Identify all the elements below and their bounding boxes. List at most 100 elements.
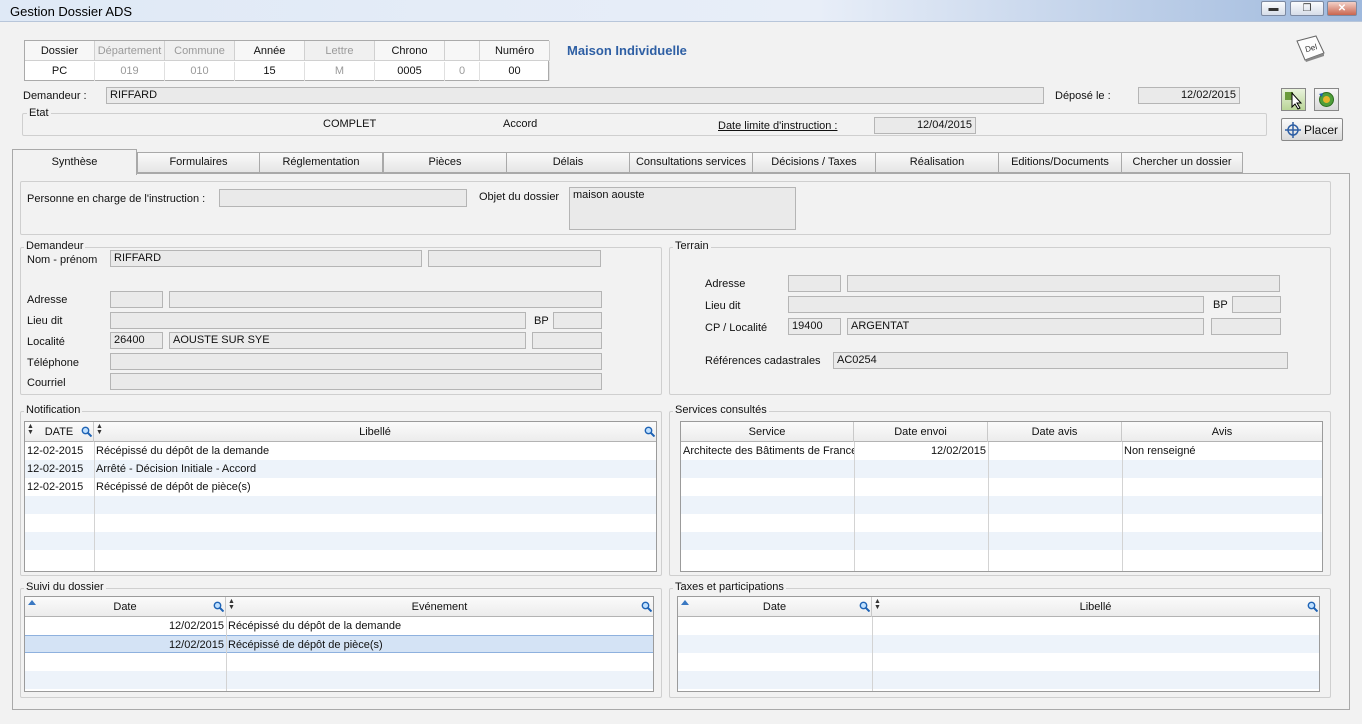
etat-legend: Etat <box>27 107 51 119</box>
dossier-col-value[interactable]: 15 <box>235 62 305 81</box>
terrain-lieu-dit-field[interactable] <box>788 296 1204 313</box>
table-row[interactable]: 12-02-2015 Récépissé de dépôt de pièce(s) <box>25 478 656 496</box>
table-row[interactable] <box>681 514 1322 532</box>
column-header-evenement[interactable]: Evénement <box>226 597 653 617</box>
table-row[interactable] <box>681 532 1322 550</box>
date-limite-field[interactable]: 12/04/2015 <box>874 117 976 134</box>
column-header-date_envoi[interactable]: Date envoi <box>854 422 988 442</box>
demandeur-localite-extra-field[interactable] <box>532 332 602 349</box>
column-search-icon[interactable] <box>213 601 224 612</box>
dossier-col-value[interactable]: 0 <box>445 62 480 81</box>
sort-icon[interactable]: ▲ ▼ <box>27 423 34 436</box>
tab-decisions-taxes[interactable]: Décisions / Taxes <box>752 152 876 173</box>
dossier-col-value[interactable]: 010 <box>165 62 235 81</box>
column-header-date[interactable]: Date <box>678 597 872 617</box>
table-row[interactable] <box>678 653 1319 671</box>
notification-legend: Notification <box>24 404 83 416</box>
table-row[interactable] <box>25 653 653 671</box>
sort-icon[interactable]: ▲ ▼ <box>228 598 235 611</box>
sort-icon[interactable]: ▲ ▼ <box>874 598 881 611</box>
globe-refresh-icon[interactable] <box>1314 88 1339 111</box>
column-header-date_avis[interactable]: Date avis <box>988 422 1122 442</box>
column-header-avis[interactable]: Avis <box>1122 422 1322 442</box>
table-row[interactable] <box>681 496 1322 514</box>
column-header-libelle[interactable]: Libellé <box>872 597 1319 617</box>
table-row[interactable] <box>25 671 653 689</box>
telephone-field[interactable] <box>110 353 602 370</box>
table-row[interactable] <box>678 635 1319 653</box>
references-cadastrales-field[interactable]: AC0254 <box>833 352 1288 369</box>
minimize-button[interactable]: ▬ <box>1261 1 1286 16</box>
table-row[interactable]: 12-02-2015 Récépissé du dépôt de la deman… <box>25 442 656 460</box>
terrain-ville-field[interactable]: ARGENTAT <box>847 318 1204 335</box>
prenom-field[interactable] <box>428 250 601 267</box>
table-row[interactable] <box>25 532 656 550</box>
tab-reglementation[interactable]: Réglementation <box>259 152 383 173</box>
column-search-icon[interactable] <box>644 426 655 437</box>
personne-field[interactable] <box>219 189 467 207</box>
localite-label: Localité <box>27 336 65 348</box>
demandeur-ville-field[interactable]: AOUSTE SUR SYE <box>169 332 526 349</box>
close-button[interactable]: ✕ <box>1327 1 1357 16</box>
column-search-icon[interactable] <box>1307 601 1318 612</box>
courriel-field[interactable] <box>110 373 602 390</box>
table-row[interactable] <box>25 514 656 532</box>
nom-field[interactable]: RIFFARD <box>110 250 422 267</box>
tab-realisation[interactable]: Réalisation <box>875 152 999 173</box>
pointer-tool-icon[interactable] <box>1281 88 1306 111</box>
terrain-extra-field[interactable] <box>1211 318 1281 335</box>
demandeur-bp-field[interactable] <box>553 312 602 329</box>
demandeur-bp-label: BP <box>534 315 549 327</box>
sort-icon[interactable]: ▲ ▼ <box>96 423 103 436</box>
tab-editions-documents[interactable]: Editions/Documents <box>998 152 1122 173</box>
tab-synthese[interactable]: Synthèse <box>12 149 137 175</box>
tab-delais[interactable]: Délais <box>506 152 630 173</box>
dossier-col-value[interactable]: 0005 <box>375 62 445 81</box>
column-search-icon[interactable] <box>859 601 870 612</box>
demandeur-cp-field[interactable]: 26400 <box>110 332 163 349</box>
column-header-date[interactable]: Date <box>25 597 226 617</box>
tab-consultations-services[interactable]: Consultations services <box>629 152 753 173</box>
column-header-service[interactable]: Service <box>681 422 854 442</box>
table-row[interactable]: 12-02-2015 Arrêté - Décision Initiale - A… <box>25 460 656 478</box>
tab-chercher-un-dossier[interactable]: Chercher un dossier <box>1121 152 1243 173</box>
table-row[interactable]: 12/02/2015 Récépissé de dépôt de pièce(s) <box>25 635 653 653</box>
sort-ascending-icon[interactable] <box>28 600 36 605</box>
terrain-cp-field[interactable]: 19400 <box>788 318 841 335</box>
maximize-button[interactable]: ❐ <box>1290 1 1324 16</box>
demandeur-header-field[interactable]: RIFFARD <box>106 87 1044 104</box>
dossier-col-value[interactable]: PC <box>25 62 95 81</box>
table-cell-date_envoi: 12/02/2015 <box>930 445 986 457</box>
delete-icon[interactable]: Del <box>1294 33 1326 63</box>
terrain-adresse-num-field[interactable] <box>788 275 841 292</box>
terrain-adresse-field[interactable] <box>847 275 1280 292</box>
dossier-col-value[interactable]: 019 <box>95 62 165 81</box>
table-row[interactable] <box>678 671 1319 689</box>
column-search-icon[interactable] <box>641 601 652 612</box>
column-header-libelle[interactable]: Libellé <box>94 422 656 442</box>
dossier-col-value[interactable]: 00 <box>480 62 550 81</box>
depose-date-field[interactable]: 12/02/2015 <box>1138 87 1240 104</box>
dossier-col-value[interactable]: M <box>305 62 375 81</box>
column-search-icon[interactable] <box>81 426 92 437</box>
depose-label: Déposé le : <box>1055 90 1111 102</box>
sort-ascending-icon[interactable] <box>681 600 689 605</box>
terrain-lieu-dit-label: Lieu dit <box>705 300 741 312</box>
tab-pieces[interactable]: Pièces <box>383 152 507 173</box>
table-row[interactable]: 12/02/2015 Récépissé du dépôt de la deman… <box>25 617 653 635</box>
table-row[interactable] <box>25 550 656 568</box>
table-cell-date: 12-02-2015 <box>27 463 84 475</box>
table-row[interactable]: Architecte des Bâtiments de France 12/02/… <box>681 442 1322 460</box>
table-row[interactable] <box>25 496 656 514</box>
table-row[interactable] <box>681 478 1322 496</box>
objet-field[interactable]: maison aouste <box>569 187 796 230</box>
demandeur-adresse-num-field[interactable] <box>110 291 163 308</box>
table-row[interactable] <box>678 617 1319 635</box>
tab-formulaires[interactable]: Formulaires <box>137 152 260 173</box>
placer-button[interactable]: Placer <box>1281 118 1343 141</box>
table-row[interactable] <box>681 550 1322 568</box>
table-row[interactable] <box>681 460 1322 478</box>
demandeur-adresse-field[interactable] <box>169 291 602 308</box>
demandeur-lieu-dit-field[interactable] <box>110 312 526 329</box>
terrain-bp-field[interactable] <box>1232 296 1281 313</box>
